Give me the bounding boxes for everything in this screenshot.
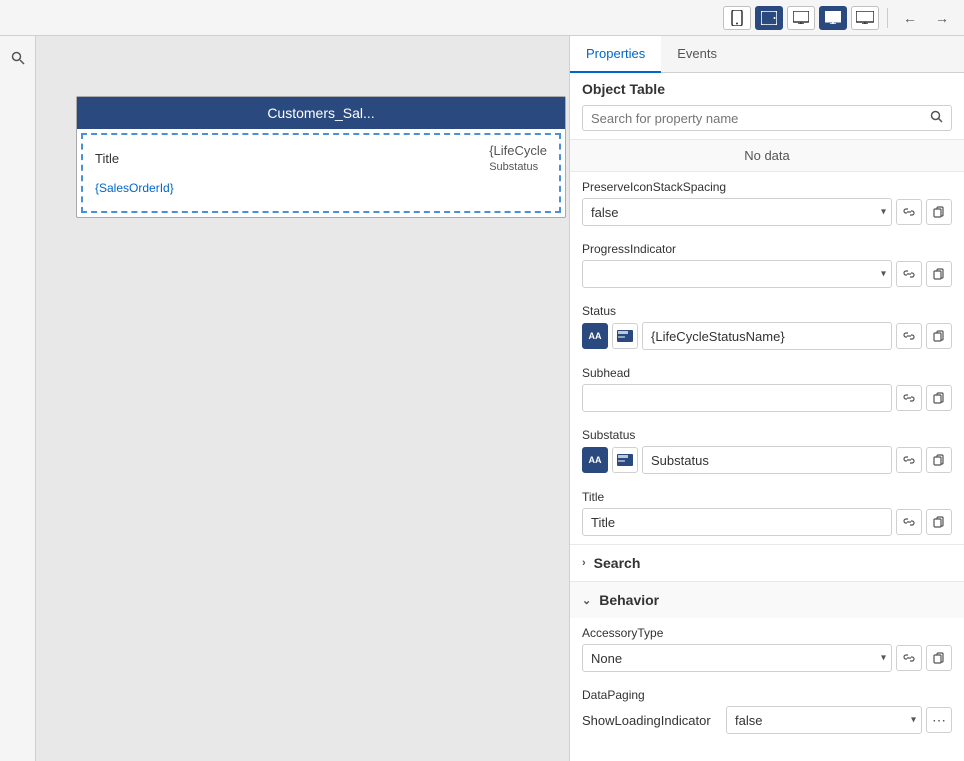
title-link-btn[interactable] <box>896 509 922 535</box>
prop-row-accessory: None ▾ <box>570 644 964 680</box>
tab-events[interactable]: Events <box>661 36 733 73</box>
component-row1-value: {LifeCycle Substatus <box>489 143 547 173</box>
search-icon[interactable] <box>930 110 943 126</box>
behavior-section-header[interactable]: ⌄ Behavior <box>570 581 964 618</box>
subhead-copy-btn[interactable] <box>926 385 952 411</box>
prop-row-status: AA <box>570 322 964 358</box>
component-title: Customers_Sal... <box>77 97 565 129</box>
object-table-header: Object Table <box>570 73 964 105</box>
prop-label-datapaging: DataPaging <box>570 680 964 706</box>
nav-forward-btn[interactable]: → <box>928 6 956 30</box>
tab-properties[interactable]: Properties <box>570 36 661 73</box>
prop-row-preserve: false true ▾ <box>570 198 964 234</box>
desktop-lg-view-btn[interactable] <box>851 6 879 30</box>
sidebar-search-icon[interactable] <box>4 44 32 72</box>
status-link-btn[interactable] <box>896 323 922 349</box>
preserve-select[interactable]: false true <box>582 198 892 226</box>
search-section-header[interactable]: › Search <box>570 544 964 581</box>
status-text-icon[interactable]: AA <box>582 323 608 349</box>
toolbar-separator <box>887 8 888 28</box>
prop-label-progress: ProgressIndicator <box>570 234 964 260</box>
search-section-chevron: › <box>582 557 586 569</box>
substatus-copy-btn[interactable] <box>926 447 952 473</box>
no-data-label: No data <box>570 139 964 172</box>
component-row1-label: Title <box>95 151 119 166</box>
datapaging-select[interactable]: false true <box>726 706 922 734</box>
progress-select-wrapper: ▾ <box>582 260 892 288</box>
right-panel: Properties Events Object Table No data P… <box>569 36 964 761</box>
toolbar: ← → <box>0 0 964 36</box>
progress-select[interactable] <box>582 260 892 288</box>
prop-label-preserve: PreserveIconStackSpacing <box>570 172 964 198</box>
status-img-icon[interactable] <box>612 323 638 349</box>
title-input[interactable] <box>582 508 892 536</box>
panel-content: Object Table No data PreserveIconStackSp… <box>570 73 964 761</box>
datapaging-sub-label: ShowLoadingIndicator <box>582 713 722 728</box>
accessory-select-wrapper: None ▾ <box>582 644 892 672</box>
substatus-img-icon[interactable] <box>612 447 638 473</box>
prop-label-accessory: AccessoryType <box>570 618 964 644</box>
behavior-section-chevron: ⌄ <box>582 594 591 607</box>
search-input[interactable] <box>591 111 930 126</box>
canvas-area: Customers_Sal... Title {LifeCycle Substa… <box>36 36 569 761</box>
mobile-view-btn[interactable] <box>723 6 751 30</box>
component-card: Customers_Sal... Title {LifeCycle Substa… <box>76 96 566 218</box>
accessory-select[interactable]: None <box>582 644 892 672</box>
status-copy-btn[interactable] <box>926 323 952 349</box>
substatus-input[interactable] <box>642 446 892 474</box>
desktop-sm-view-btn[interactable] <box>787 6 815 30</box>
accessory-link-btn[interactable] <box>896 645 922 671</box>
component-row2-value: {SalesOrderId} <box>95 181 174 195</box>
subhead-link-btn[interactable] <box>896 385 922 411</box>
component-body: Title {LifeCycle Substatus {SalesOrderId… <box>81 133 561 213</box>
component-row-2: {SalesOrderId} <box>95 181 547 195</box>
datapaging-select-wrapper: false true ▾ <box>726 706 922 734</box>
search-bar[interactable] <box>582 105 952 131</box>
prop-row-title <box>570 508 964 544</box>
preserve-select-wrapper: false true ▾ <box>582 198 892 226</box>
left-sidebar <box>0 36 36 761</box>
prop-row-subhead <box>570 384 964 420</box>
nav-back-btn[interactable]: ← <box>896 6 924 30</box>
prop-label-title: Title <box>570 482 964 508</box>
subhead-input[interactable] <box>582 384 892 412</box>
preserve-copy-btn[interactable] <box>926 199 952 225</box>
prop-label-subhead: Subhead <box>570 358 964 384</box>
component-row-1: Title {LifeCycle Substatus <box>95 143 547 173</box>
substatus-text-icon[interactable]: AA <box>582 447 608 473</box>
preserve-link-btn[interactable] <box>896 199 922 225</box>
prop-label-substatus: Substatus <box>570 420 964 446</box>
panel-tabs: Properties Events <box>570 36 964 73</box>
main-area: Customers_Sal... Title {LifeCycle Substa… <box>0 36 964 761</box>
substatus-link-btn[interactable] <box>896 447 922 473</box>
title-copy-btn[interactable] <box>926 509 952 535</box>
behavior-section-label: Behavior <box>599 592 659 608</box>
datapaging-more-btn[interactable]: ⋯ <box>926 707 952 733</box>
tablet-view-btn[interactable] <box>755 6 783 30</box>
prop-row-substatus: AA <box>570 446 964 482</box>
search-section-label: Search <box>594 555 641 571</box>
desktop-fill-view-btn[interactable] <box>819 6 847 30</box>
progress-link-btn[interactable] <box>896 261 922 287</box>
prop-label-status: Status <box>570 296 964 322</box>
status-input[interactable] <box>642 322 892 350</box>
prop-row-progress: ▾ <box>570 260 964 296</box>
prop-row-datapaging: ShowLoadingIndicator false true ▾ ⋯ <box>570 706 964 742</box>
progress-copy-btn[interactable] <box>926 261 952 287</box>
accessory-copy-btn[interactable] <box>926 645 952 671</box>
